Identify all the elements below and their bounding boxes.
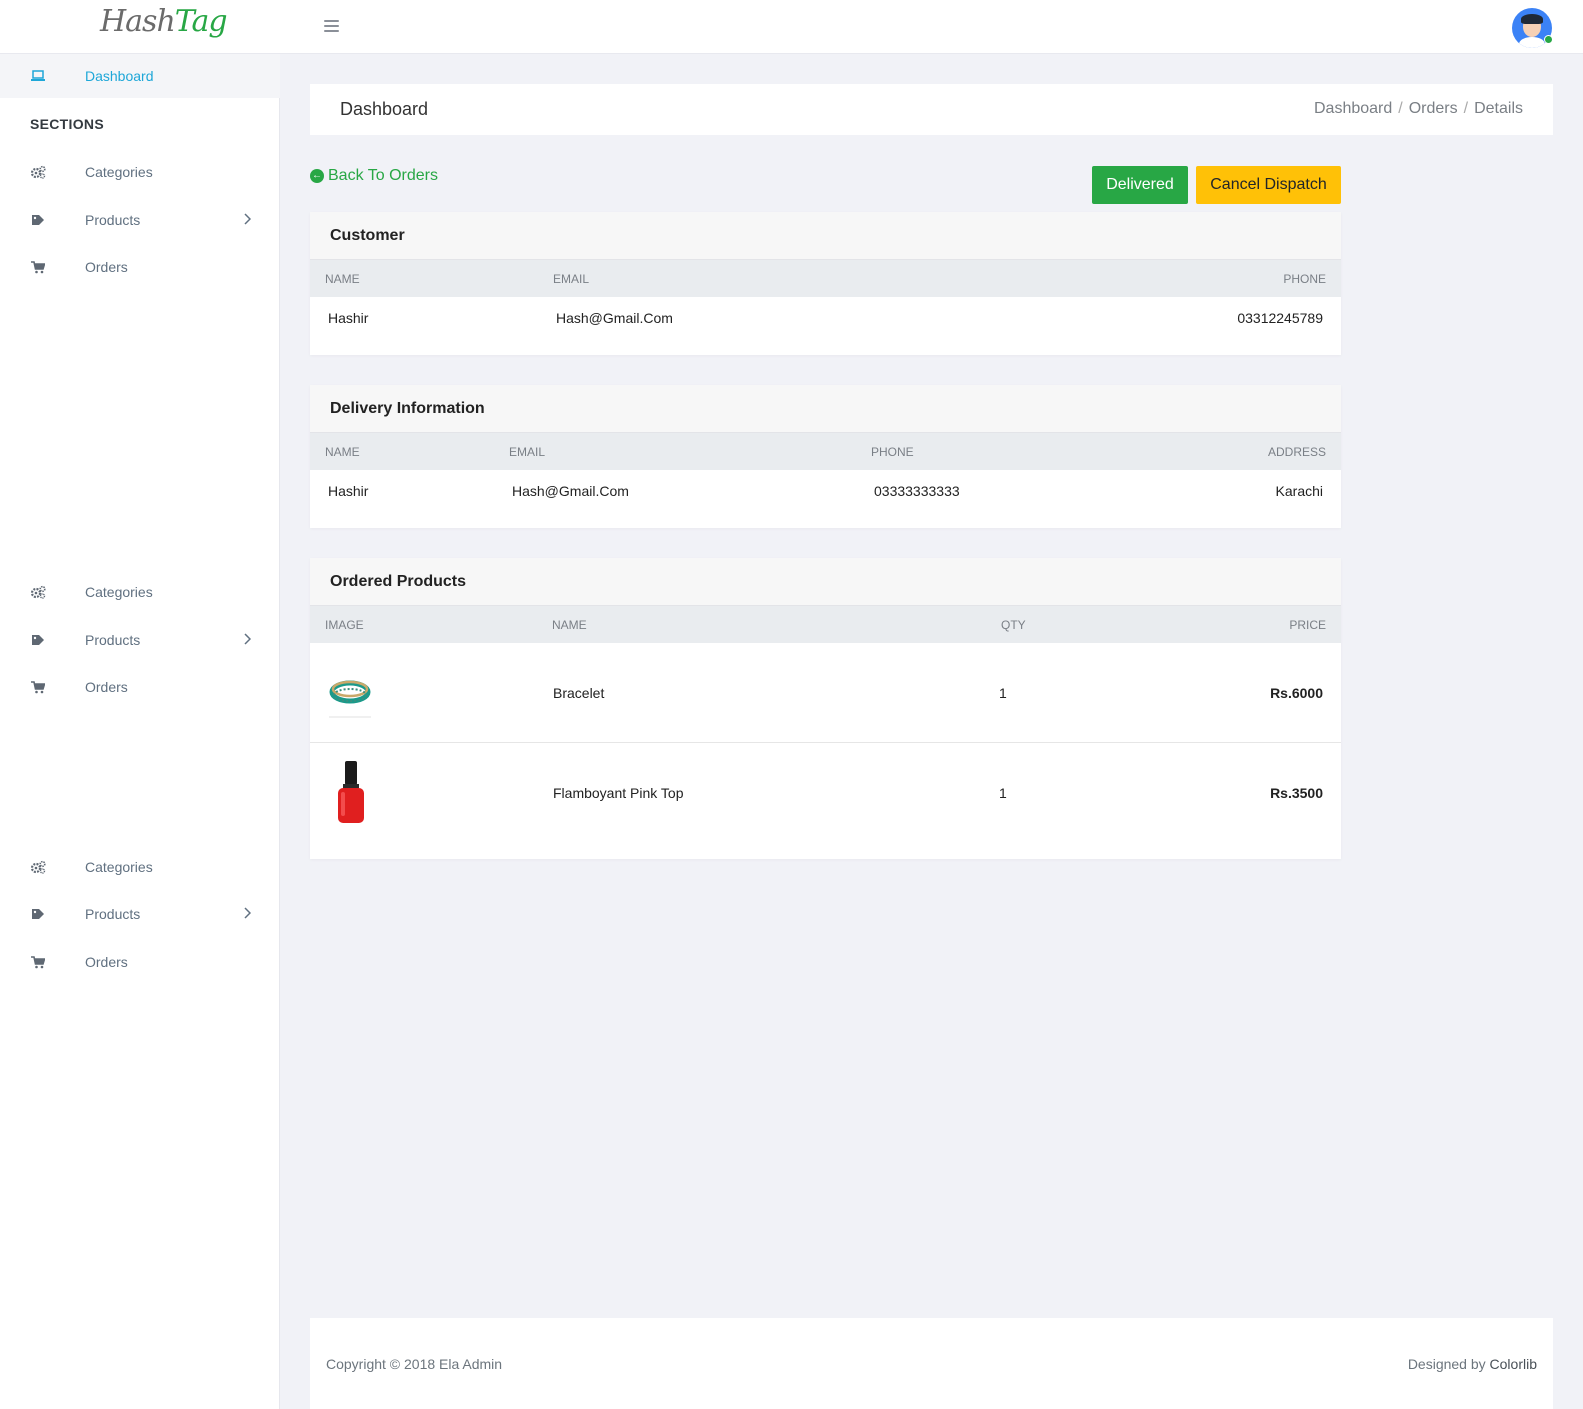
table-row: Hashir Hash@Gmail.Com 03333333333 Karach…	[310, 470, 1341, 528]
chevron-right-icon	[243, 212, 252, 228]
sidebar-item-products[interactable]: Products	[0, 198, 280, 242]
delivered-button[interactable]: Delivered	[1092, 166, 1188, 204]
laptop-icon	[30, 68, 46, 84]
customer-email: Hash@Gmail.Com	[556, 310, 673, 326]
column-header-email: EMAIL	[553, 272, 590, 286]
cogs-icon	[30, 584, 46, 600]
delivery-address: Karachi	[1275, 483, 1323, 499]
delivery-card: Delivery Information NAME EMAIL PHONE AD…	[310, 385, 1341, 528]
table-row: Hashir Hash@Gmail.Com 03312245789	[310, 297, 1341, 355]
product-qty: 1	[999, 785, 1007, 801]
column-header-name: NAME	[325, 272, 360, 286]
sidebar-item-label: Categories	[85, 584, 153, 600]
logo-text-tag: Tag	[174, 4, 228, 39]
table-row: Flamboyant Pink Top 1 Rs.3500	[310, 743, 1341, 843]
tag-icon	[30, 212, 46, 228]
sidebar-item-label: Categories	[85, 859, 153, 875]
delivery-name: Hashir	[328, 483, 369, 499]
column-header-email: EMAIL	[509, 445, 546, 459]
customer-card: Customer NAME EMAIL PHONE Hashir Hash@Gm…	[310, 212, 1341, 355]
sidebar-item-label: Products	[85, 632, 141, 648]
ordered-products-title: Ordered Products	[310, 558, 1341, 606]
cart-icon	[30, 679, 46, 695]
sidebar-item-products[interactable]: Products	[0, 892, 280, 936]
breadcrumb: Dashboard / Orders / Details	[1314, 100, 1523, 118]
sidebar-item-categories[interactable]: Categories	[0, 570, 280, 614]
page-title: Dashboard	[340, 99, 429, 119]
top-header: HashTag	[0, 0, 1583, 54]
cogs-icon	[30, 164, 46, 180]
customer-phone: 03312245789	[1237, 310, 1323, 326]
breadcrumb-link-orders[interactable]: Orders	[1409, 100, 1458, 118]
product-image-bracelet	[329, 663, 379, 723]
cogs-icon	[30, 859, 46, 875]
breadcrumb-link-dashboard[interactable]: Dashboard	[1314, 100, 1392, 118]
cancel-dispatch-button[interactable]: Cancel Dispatch	[1196, 166, 1341, 204]
footer: Copyright © 2018 Ela Admin Designed by C…	[310, 1318, 1553, 1409]
sidebar-item-orders[interactable]: Orders	[0, 665, 280, 709]
delivery-table-header: NAME EMAIL PHONE ADDRESS	[310, 433, 1341, 470]
sidebar-item-label: Categories	[85, 164, 153, 180]
footer-designer-link[interactable]: Colorlib	[1490, 1356, 1537, 1372]
column-header-phone: PHONE	[1283, 272, 1326, 286]
column-header-qty: QTY	[1001, 618, 1026, 632]
sidebar-item-products[interactable]: Products	[0, 618, 280, 662]
sidebar-item-categories[interactable]: Categories	[0, 150, 280, 194]
customer-table-header: NAME EMAIL PHONE	[310, 260, 1341, 297]
cart-icon	[30, 954, 46, 970]
menu-toggle-icon[interactable]	[324, 20, 339, 35]
sidebar-item-orders[interactable]: Orders	[0, 245, 280, 289]
product-price: Rs.6000	[1270, 685, 1323, 701]
tag-icon	[30, 906, 46, 922]
product-name: Flamboyant Pink Top	[553, 785, 684, 801]
back-link-label: Back To Orders	[328, 167, 438, 184]
column-header-image: IMAGE	[325, 618, 364, 632]
sidebar-item-label: Products	[85, 906, 141, 922]
sidebar-item-categories[interactable]: Categories	[0, 845, 280, 889]
product-name: Bracelet	[553, 685, 605, 701]
delivery-email: Hash@Gmail.Com	[512, 483, 629, 499]
column-header-name: NAME	[552, 618, 587, 632]
sidebar-item-orders[interactable]: Orders	[0, 940, 280, 984]
products-table-header: IMAGE NAME QTY PRICE	[310, 606, 1341, 643]
sidebar: Dashboard SECTIONS Categories Products O…	[0, 54, 280, 1409]
sidebar-item-label: Orders	[85, 954, 128, 970]
tag-icon	[30, 632, 46, 648]
delivery-card-title: Delivery Information	[310, 385, 1341, 433]
logo-text-hash: Hash	[100, 4, 176, 39]
product-image-nail-polish	[334, 759, 384, 823]
brand-logo[interactable]: HashTag	[100, 4, 228, 39]
breadcrumb-separator: /	[1398, 100, 1403, 117]
sidebar-item-label: Orders	[85, 259, 128, 275]
sidebar-item-label: Orders	[85, 679, 128, 695]
footer-copyright: Copyright © 2018 Ela Admin	[326, 1356, 503, 1372]
column-header-price: PRICE	[1289, 618, 1326, 632]
back-to-orders-link[interactable]: ← Back To Orders	[310, 167, 438, 185]
column-header-address: ADDRESS	[1267, 445, 1326, 459]
table-row: Bracelet 1 Rs.6000	[310, 643, 1341, 743]
chevron-right-icon	[243, 906, 252, 922]
column-header-name: NAME	[325, 445, 360, 459]
delivery-phone: 03333333333	[874, 483, 960, 499]
ordered-products-card: Ordered Products IMAGE NAME QTY PRICE Br…	[310, 558, 1341, 859]
sidebar-item-label: Products	[85, 212, 141, 228]
footer-designed-by: Designed by	[1407, 1356, 1490, 1372]
product-price: Rs.3500	[1270, 785, 1323, 801]
page-title-bar: Dashboard Dashboard / Orders / Details	[310, 84, 1553, 135]
customer-card-title: Customer	[310, 212, 1341, 260]
customer-name: Hashir	[328, 310, 369, 326]
sidebar-item-label: Dashboard	[85, 68, 154, 84]
product-qty: 1	[999, 685, 1007, 701]
sidebar-item-dashboard[interactable]: Dashboard	[0, 54, 280, 98]
chevron-right-icon	[243, 632, 252, 648]
sidebar-sections-title: SECTIONS	[30, 116, 104, 132]
footer-credit: Designed by Colorlib	[1408, 1356, 1537, 1372]
breadcrumb-separator: /	[1463, 100, 1469, 117]
online-status-dot	[1544, 35, 1553, 44]
breadcrumb-current: Details	[1474, 100, 1523, 117]
cart-icon	[30, 259, 46, 275]
arrow-circle-left-icon: ←	[310, 169, 324, 183]
column-header-phone: PHONE	[871, 445, 914, 459]
